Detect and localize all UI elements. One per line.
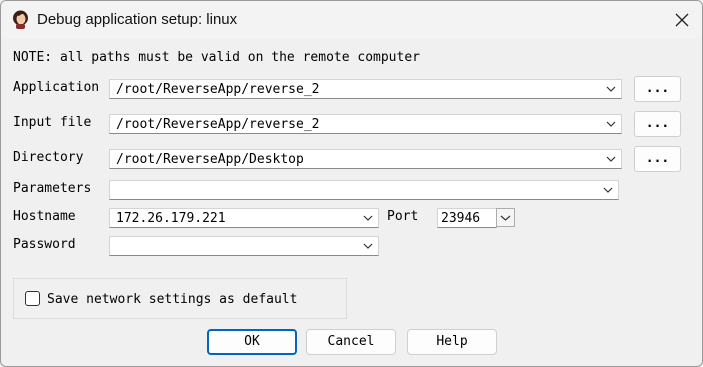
application-combo[interactable]: /root/ReverseApp/reverse_2	[109, 79, 622, 99]
input-file-value: /root/ReverseApp/reverse_2	[116, 117, 320, 132]
close-button[interactable]	[665, 6, 699, 34]
ok-button[interactable]: OK	[207, 329, 297, 355]
hostname-value: 172.26.179.221	[116, 211, 226, 226]
application-value: /root/ReverseApp/reverse_2	[116, 82, 320, 97]
input-file-combo[interactable]: /root/ReverseApp/reverse_2	[109, 114, 622, 134]
port-dropdown-button[interactable]	[496, 208, 515, 227]
chevron-down-icon[interactable]	[605, 153, 617, 165]
chevron-down-icon[interactable]	[605, 118, 617, 130]
password-combo[interactable]	[109, 236, 379, 256]
close-icon	[675, 13, 689, 27]
parameters-combo[interactable]	[109, 180, 619, 200]
input-file-label: Input file	[13, 115, 92, 130]
save-settings-checkbox[interactable]	[25, 291, 40, 306]
application-browse-button[interactable]: ...	[634, 76, 681, 102]
chevron-down-icon[interactable]	[362, 240, 374, 252]
debug-setup-dialog: Debug application setup: linux NOTE: all…	[0, 0, 703, 367]
save-settings-label[interactable]: Save network settings as default	[47, 292, 297, 307]
directory-browse-button[interactable]: ...	[634, 146, 681, 172]
input-file-browse-button[interactable]: ...	[634, 111, 681, 137]
application-label: Application	[13, 80, 100, 95]
port-field[interactable]: 23946	[437, 208, 497, 228]
chevron-down-icon[interactable]	[602, 184, 614, 196]
cancel-button[interactable]: Cancel	[306, 329, 396, 355]
title-bar: Debug application setup: linux	[1, 1, 702, 39]
directory-combo[interactable]: /root/ReverseApp/Desktop	[109, 149, 622, 169]
parameters-label: Parameters	[13, 181, 92, 196]
directory-label: Directory	[13, 150, 84, 165]
port-label: Port	[387, 209, 419, 224]
chevron-down-icon[interactable]	[362, 212, 374, 224]
avatar-icon	[10, 9, 31, 30]
hostname-combo[interactable]: 172.26.179.221	[109, 208, 379, 228]
chevron-down-icon	[500, 215, 511, 221]
password-label: Password	[13, 237, 76, 252]
window-title: Debug application setup: linux	[37, 11, 238, 28]
directory-value: /root/ReverseApp/Desktop	[116, 152, 304, 167]
note-text: NOTE: all paths must be valid on the rem…	[13, 50, 420, 65]
help-button[interactable]: Help	[407, 329, 497, 355]
port-value: 23946	[441, 211, 481, 226]
hostname-label: Hostname	[13, 209, 76, 224]
chevron-down-icon[interactable]	[605, 83, 617, 95]
